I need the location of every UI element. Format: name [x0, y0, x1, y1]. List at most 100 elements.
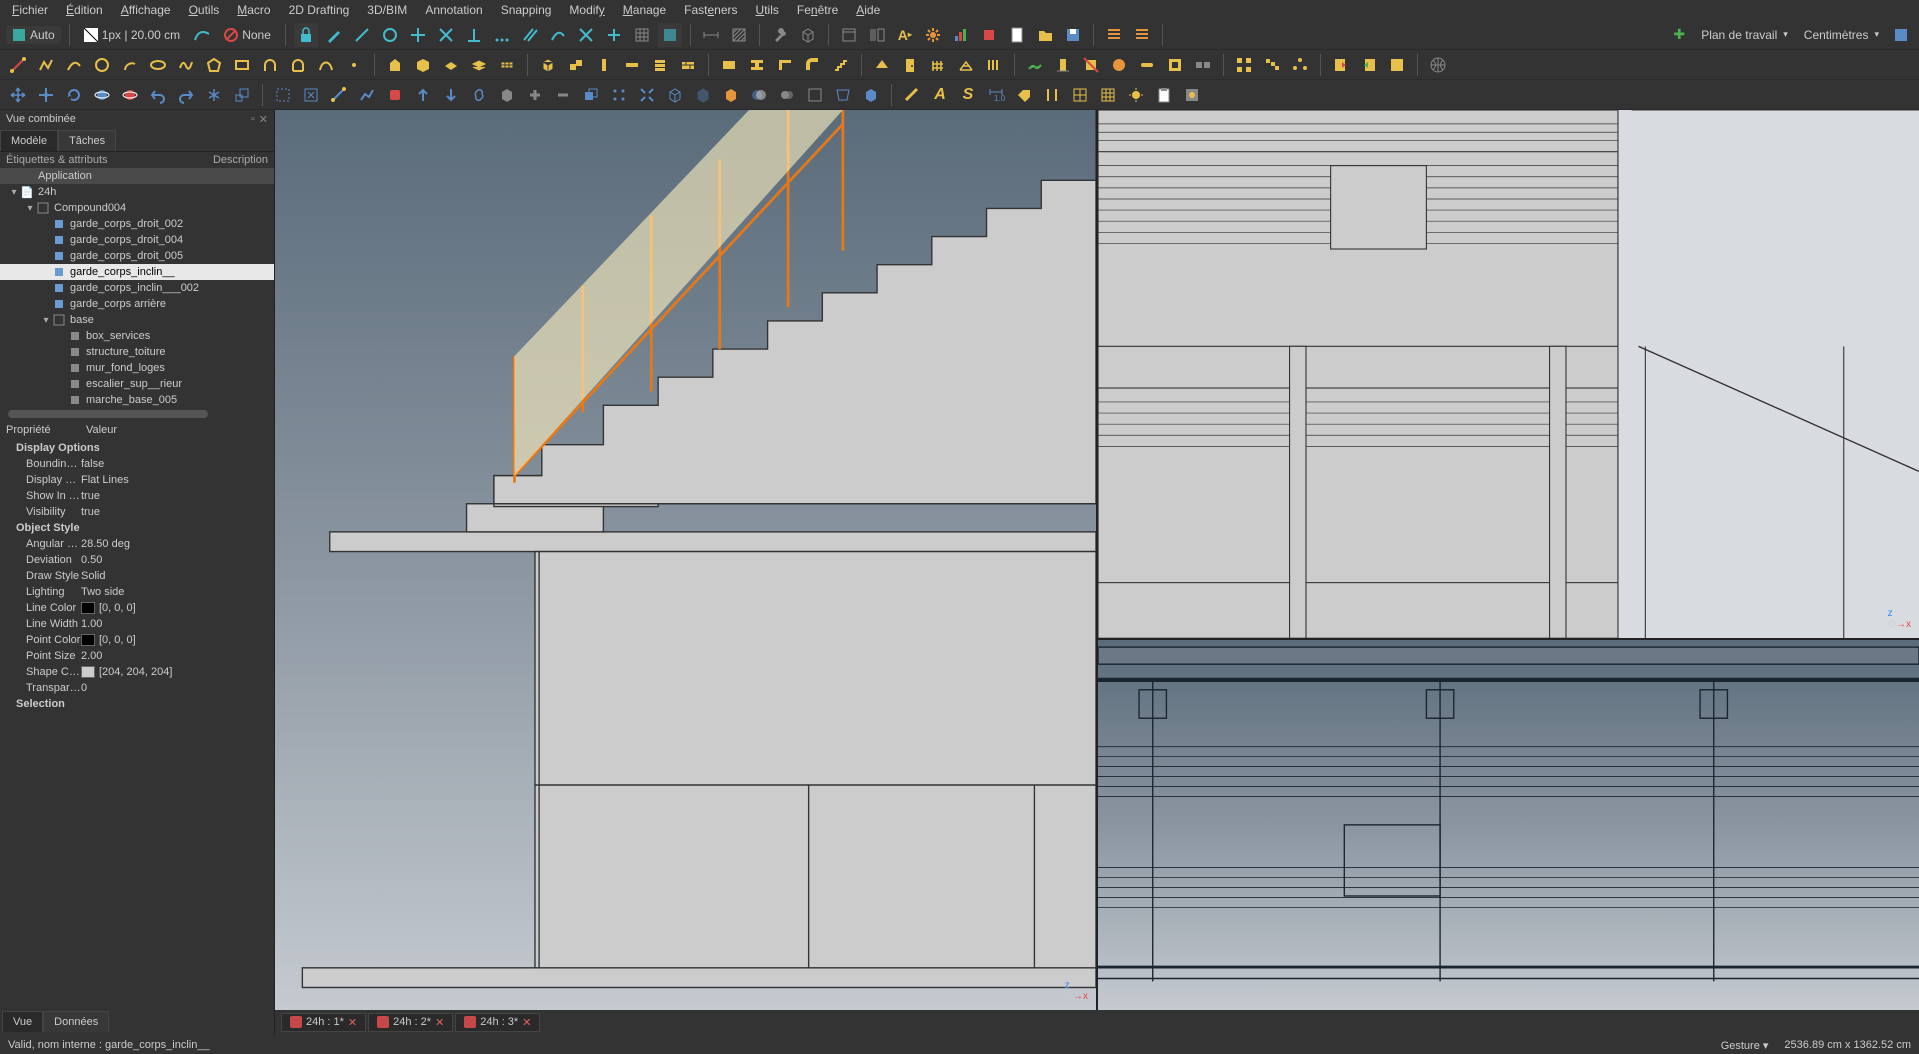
measure2-icon[interactable]	[900, 83, 924, 107]
solid-icon[interactable]	[495, 83, 519, 107]
prop-row[interactable]: Point Color[0, 0, 0]	[0, 632, 274, 648]
slab-icon[interactable]	[439, 53, 463, 77]
line-width-display[interactable]: 1px | 20.00 cm	[78, 26, 187, 44]
menu-manage[interactable]: Manage	[615, 1, 674, 19]
tree-row[interactable]: marche_base_005	[0, 392, 274, 408]
arc-tool-icon[interactable]	[62, 53, 86, 77]
fence-icon[interactable]	[926, 53, 950, 77]
stairs-icon[interactable]	[829, 53, 853, 77]
close-tab-icon[interactable]: ✕	[522, 1016, 531, 1029]
list2-icon[interactable]	[1130, 23, 1154, 47]
wall-icon[interactable]	[411, 53, 435, 77]
wrench-icon[interactable]	[768, 23, 792, 47]
prop-row[interactable]: Show In Treetrue	[0, 488, 274, 504]
wp-icon[interactable]	[658, 23, 682, 47]
truss-icon[interactable]	[954, 53, 978, 77]
workplane-dropdown[interactable]: Plan de travail	[1695, 26, 1794, 44]
stop-icon[interactable]	[383, 83, 407, 107]
tree-row[interactable]: mur_fond_loges	[0, 360, 274, 376]
menu-2d[interactable]: 2D Drafting	[281, 1, 358, 19]
doc-icon[interactable]	[1005, 23, 1029, 47]
prop-row[interactable]: Transparency0	[0, 680, 274, 696]
line-tool-icon[interactable]	[6, 53, 30, 77]
wireframe-icon[interactable]	[663, 83, 687, 107]
viewport-2[interactable]: z ⊙→x	[1098, 110, 1919, 638]
panel-float-icon[interactable]: ▫	[251, 113, 255, 126]
spline-icon[interactable]	[190, 23, 214, 47]
tree-row[interactable]: ▾base	[0, 312, 274, 328]
settings-icon[interactable]	[1889, 23, 1913, 47]
panel-icon[interactable]	[865, 23, 889, 47]
menu-edition[interactable]: Édition	[58, 1, 111, 19]
tree-row[interactable]: ▾Compound004	[0, 200, 274, 216]
mirror-icon[interactable]	[202, 83, 226, 107]
prop-row[interactable]: LightingTwo side	[0, 584, 274, 600]
text-s-icon[interactable]: S	[956, 83, 980, 107]
pencil-icon[interactable]	[322, 23, 346, 47]
down-icon[interactable]	[439, 83, 463, 107]
clipboard-icon[interactable]	[1152, 83, 1176, 107]
menu-fenetre[interactable]: Fenêtre	[789, 1, 846, 19]
units-dropdown[interactable]: Centimètres	[1798, 26, 1885, 44]
none-button[interactable]: None	[218, 26, 277, 44]
rect-tool-icon[interactable]	[230, 53, 254, 77]
tab-donnees[interactable]: Données	[43, 1011, 109, 1032]
persp-icon[interactable]	[831, 83, 855, 107]
prop-row[interactable]: Shape Color[204, 204, 204]	[0, 664, 274, 680]
globe-icon[interactable]	[1426, 53, 1450, 77]
tree-row[interactable]: garde_corps arrière	[0, 296, 274, 312]
sun-icon[interactable]	[1124, 83, 1148, 107]
gesture-dropdown[interactable]: Gesture ▾	[1721, 1039, 1769, 1052]
menu-outils[interactable]: Outils	[181, 1, 228, 19]
arch-icon[interactable]	[258, 53, 282, 77]
shade2-icon[interactable]	[859, 83, 883, 107]
graph-icon[interactable]	[355, 83, 379, 107]
menu-annotation[interactable]: Annotation	[417, 1, 490, 19]
tree-scrollbar[interactable]	[8, 410, 208, 418]
select-fit-icon[interactable]	[299, 83, 323, 107]
tab-taches[interactable]: Tâches	[58, 130, 116, 151]
scale-icon[interactable]	[230, 83, 254, 107]
level-icon[interactable]	[1051, 53, 1075, 77]
prop-row[interactable]: Draw StyleSolid	[0, 568, 274, 584]
profile3-icon[interactable]	[773, 53, 797, 77]
layer-icon[interactable]	[467, 53, 491, 77]
building-icon[interactable]	[383, 53, 407, 77]
ifc-icon[interactable]	[1385, 53, 1409, 77]
prop-row[interactable]: Point Size2.00	[0, 648, 274, 664]
grid2-icon[interactable]	[1068, 83, 1092, 107]
move-icon[interactable]	[406, 23, 430, 47]
shaded-icon[interactable]	[719, 83, 743, 107]
wall2-icon[interactable]	[676, 53, 700, 77]
prop-row[interactable]: Visibilitytrue	[0, 504, 274, 520]
cross-icon[interactable]	[434, 23, 458, 47]
tab-modele[interactable]: Modèle	[0, 130, 58, 151]
rebar-icon[interactable]	[982, 53, 1006, 77]
dim-icon[interactable]: 1.0	[984, 83, 1008, 107]
link-icon[interactable]	[467, 83, 491, 107]
frame-icon[interactable]	[803, 83, 827, 107]
panel-close-icon[interactable]: ✕	[259, 113, 268, 126]
up-icon[interactable]	[411, 83, 435, 107]
snap-move-icon[interactable]	[34, 83, 58, 107]
measure-icon[interactable]	[327, 83, 351, 107]
menu-macro[interactable]: Macro	[229, 1, 278, 19]
axis-icon[interactable]	[1040, 83, 1064, 107]
group-icon[interactable]	[1191, 53, 1215, 77]
spline2-icon[interactable]	[174, 53, 198, 77]
viewport-1[interactable]: z ⊙→x	[275, 110, 1096, 1010]
flatlines-icon[interactable]	[691, 83, 715, 107]
bezier-icon[interactable]	[314, 53, 338, 77]
close-tab-icon[interactable]: ✕	[348, 1016, 357, 1029]
prop-row[interactable]: Deviation0.50	[0, 552, 274, 568]
rotate-icon[interactable]	[62, 83, 86, 107]
ellipse-icon[interactable]	[146, 53, 170, 77]
orbit-icon[interactable]	[90, 83, 114, 107]
menu-affichage[interactable]: Affichage	[113, 1, 179, 19]
profile1-icon[interactable]	[717, 53, 741, 77]
arc2-icon[interactable]	[118, 53, 142, 77]
menu-fichier[interactable]: Fichier	[4, 1, 56, 19]
doc-tab[interactable]: 24h : 2*✕	[368, 1013, 453, 1032]
viewport-3[interactable]	[1098, 640, 1919, 1010]
site-icon[interactable]	[1023, 53, 1047, 77]
